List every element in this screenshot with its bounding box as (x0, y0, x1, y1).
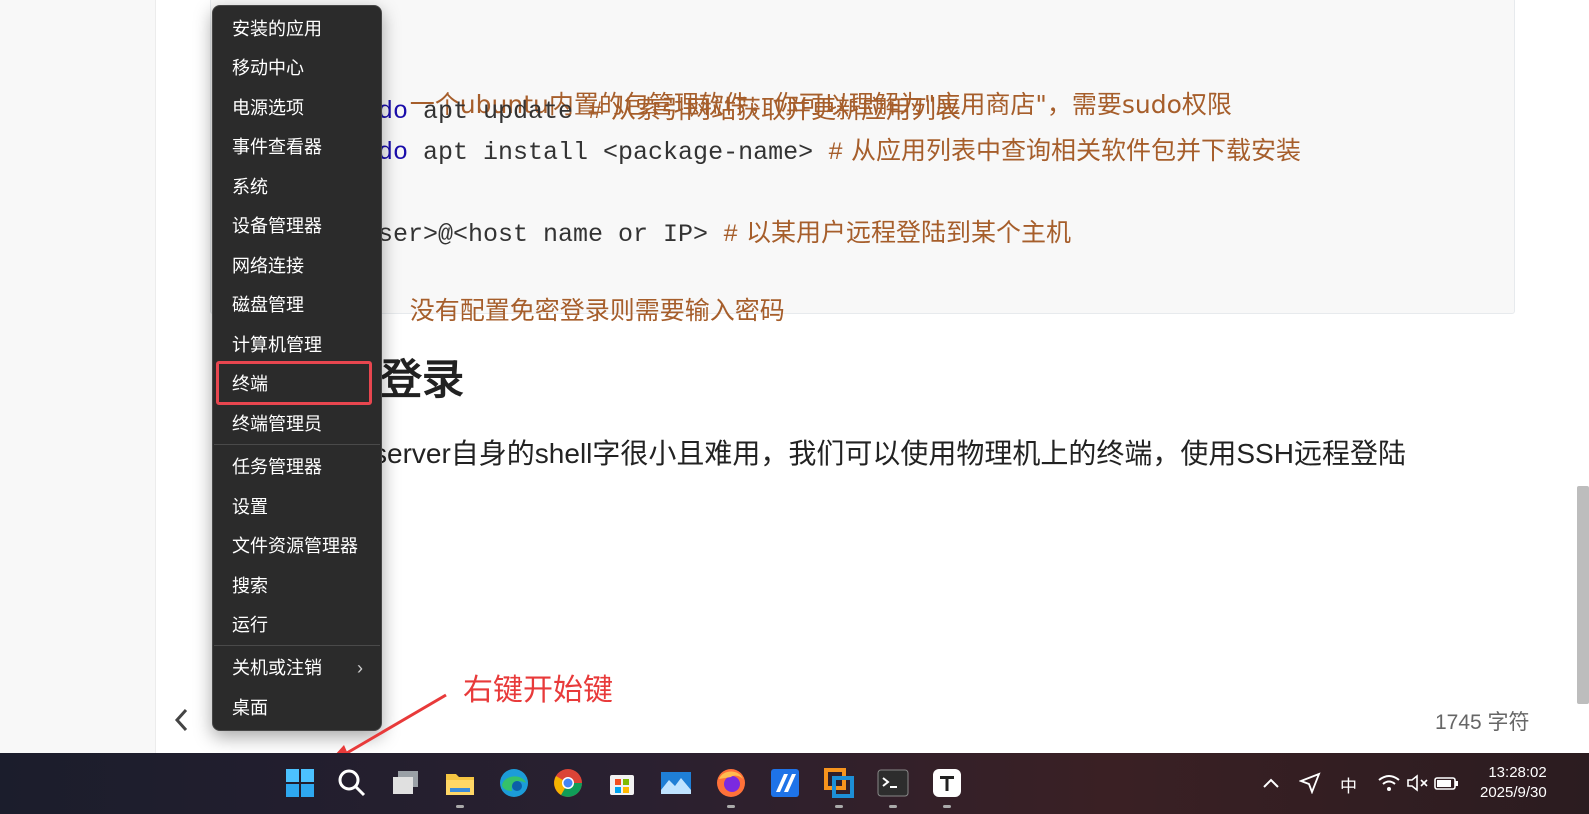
menu-separator (214, 645, 380, 646)
photos-icon[interactable] (656, 763, 696, 803)
code-hash: # (588, 97, 604, 126)
code-block[interactable]: 一个ubuntu内置的包管理软件，你可以理解为"应用商店"，需要sudo权限 d… (210, 0, 1515, 325)
code-command: apt install <package-name> (408, 138, 829, 167)
editor-left-gutter (0, 0, 156, 753)
task-view-icon[interactable] (386, 763, 426, 803)
terminal-icon[interactable] (873, 763, 913, 808)
menu-item-mobility-center[interactable]: 移动中心 (213, 49, 381, 87)
menu-item-settings[interactable]: 设置 (213, 488, 381, 526)
chevron-right-icon: › (357, 658, 363, 678)
running-indicator (456, 805, 464, 808)
running-indicator (727, 805, 735, 808)
code-line-4: ser>@<host name or IP> # 以某用户远程登陆到某个主机 (378, 215, 1071, 251)
menu-item-run[interactable]: 运行 (213, 606, 381, 644)
menu-item-system[interactable]: 系统 (213, 168, 381, 206)
menu-item-label: 关机或注销 (232, 658, 322, 678)
menu-item-desktop[interactable]: 桌面 (213, 689, 381, 727)
section-heading: 登录 (380, 356, 465, 403)
app-icon[interactable] (765, 763, 805, 803)
code-command: ser>@<host name or IP> (378, 220, 724, 249)
annotation-label: 右键开始键 (463, 674, 613, 707)
code-comment: 从应用列表中查询相关软件包并下载安装 (843, 136, 1302, 165)
scrollbar-thumb[interactable] (1577, 486, 1589, 704)
code-keyword: do (378, 138, 409, 167)
running-indicator (835, 805, 843, 808)
edge-icon[interactable] (494, 763, 534, 803)
taskbar: 中 (0, 753, 1589, 814)
code-line-5: 没有配置免密登录则需要输入密码 (378, 257, 785, 325)
menu-item-shutdown[interactable]: 关机或注销 › (213, 649, 381, 687)
firefox-icon[interactable] (711, 763, 751, 808)
code-line-2: do apt update # 从索引网站获取并更新应用列表 (378, 92, 961, 128)
menu-item-search[interactable]: 搜索 (213, 567, 381, 605)
word-count: 1745 字符 (1435, 711, 1530, 734)
ime-indicator[interactable]: 中 (1340, 772, 1357, 797)
clock-time: 13:28:02 (1488, 764, 1547, 781)
typora-icon[interactable] (927, 763, 967, 808)
menu-item-task-manager[interactable]: 任务管理器 (213, 448, 381, 486)
menu-item-event-viewer[interactable]: 事件查看器 (213, 128, 381, 166)
clock-date: 2025/9/30 (1480, 784, 1547, 801)
chevron-up-icon[interactable] (1251, 763, 1291, 803)
location-icon[interactable] (1290, 763, 1330, 803)
menu-item-computer-management[interactable]: 计算机管理 (213, 326, 381, 364)
start-icon[interactable] (280, 763, 320, 803)
code-line-1: 一个ubuntu内置的包管理软件，你可以理解为"应用商店"，需要sudo权限 (378, 51, 1232, 119)
highlight-box (216, 361, 372, 405)
file-explorer-icon[interactable] (440, 763, 480, 808)
menu-item-file-explorer[interactable]: 文件资源管理器 (213, 527, 381, 565)
menu-item-terminal-admin[interactable]: 终端管理员 (213, 405, 381, 443)
battery-icon[interactable] (1427, 763, 1467, 803)
code-keyword: do (378, 97, 409, 126)
chrome-icon[interactable] (548, 763, 588, 803)
menu-item-installed-apps[interactable]: 安装的应用 (213, 10, 381, 48)
running-indicator (889, 805, 897, 808)
code-comment: 没有配置免密登录则需要输入密码 (409, 296, 785, 325)
running-indicator (943, 805, 951, 808)
paragraph-text: server自身的shell字很小且难用，我们可以使用物理机上的终端，使用SSH… (373, 438, 1406, 469)
code-comment: 以某用户远程登陆到某个主机 (738, 218, 1072, 247)
search-icon[interactable] (332, 763, 372, 803)
menu-item-power-options[interactable]: 电源选项 (213, 89, 381, 127)
code-comment: 从索引网站获取并更新应用列表 (603, 95, 962, 124)
code-hash: # (828, 138, 844, 167)
code-hash: # (723, 220, 739, 249)
menu-item-device-manager[interactable]: 设备管理器 (213, 207, 381, 245)
menu-item-disk-management[interactable]: 磁盘管理 (213, 286, 381, 324)
vmware-icon[interactable] (819, 763, 859, 808)
menu-item-network[interactable]: 网络连接 (213, 247, 381, 285)
code-line-3: do apt install <package-name> # 从应用列表中查询… (378, 133, 1301, 169)
code-command: apt update (408, 97, 589, 126)
chevron-left-icon[interactable] (170, 706, 194, 734)
store-icon[interactable] (602, 763, 642, 803)
menu-separator (214, 444, 380, 445)
system-clock[interactable]: 13:28:02 2025/9/30 (1480, 763, 1547, 803)
